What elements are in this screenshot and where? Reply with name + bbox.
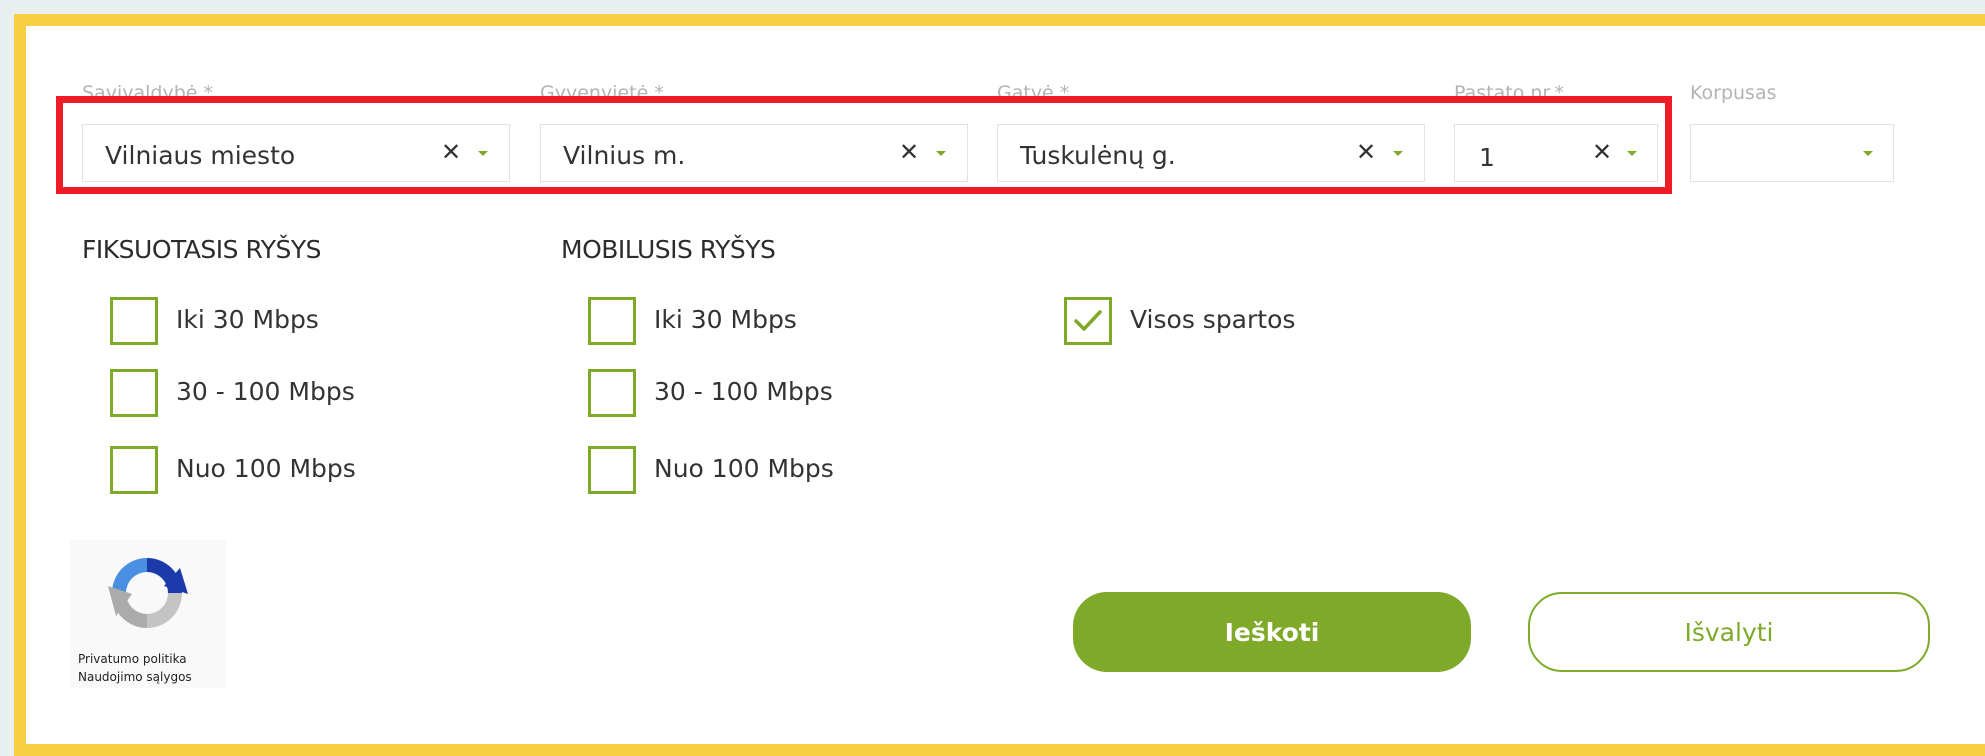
recaptcha-badge: Privatumo politika Naudojimo sąlygos xyxy=(70,540,226,688)
close-icon[interactable]: ✕ xyxy=(899,137,919,167)
building-select[interactable]: 1 ✕ xyxy=(1454,124,1658,182)
close-icon[interactable]: ✕ xyxy=(1356,137,1376,167)
street-label: Gatvė * xyxy=(997,82,1070,104)
building-value: 1 xyxy=(1479,143,1495,172)
checkbox[interactable] xyxy=(588,297,636,345)
fixed-option-label: Iki 30 Mbps xyxy=(176,305,319,334)
mobile-connection-heading: MOBILUSIS RYŠYS xyxy=(561,235,776,264)
checkbox[interactable] xyxy=(110,297,158,345)
mobile-option-label: Nuo 100 Mbps xyxy=(654,454,834,483)
chevron-down-icon[interactable] xyxy=(478,151,488,156)
all-speeds-label: Visos spartos xyxy=(1130,305,1296,334)
mobile-option-label: 30 - 100 Mbps xyxy=(654,377,833,406)
close-icon[interactable]: ✕ xyxy=(441,137,461,167)
chevron-down-icon[interactable] xyxy=(936,151,946,156)
checkbox[interactable] xyxy=(588,446,636,494)
building-label: Pastato nr.* xyxy=(1454,82,1565,104)
street-select[interactable]: Tuskulėnų g. ✕ xyxy=(997,124,1425,182)
block-label: Korpusas xyxy=(1690,82,1777,104)
mobile-option-label: Iki 30 Mbps xyxy=(654,305,797,334)
clear-button[interactable]: Išvalyti xyxy=(1528,592,1930,672)
search-button[interactable]: Ieškoti xyxy=(1073,592,1471,672)
chevron-down-icon[interactable] xyxy=(1863,151,1873,156)
fixed-connection-heading: FIKSUOTASIS RYŠYS xyxy=(82,235,322,264)
recaptcha-logo xyxy=(108,558,188,628)
checkmark-icon xyxy=(1074,310,1102,331)
settlement-select[interactable]: Vilnius m. ✕ xyxy=(540,124,968,182)
chevron-down-icon[interactable] xyxy=(1627,151,1637,156)
fixed-option-label: 30 - 100 Mbps xyxy=(176,377,355,406)
checkbox-checked[interactable] xyxy=(1064,297,1112,345)
terms-of-use-link[interactable]: Naudojimo sąlygos xyxy=(78,670,192,684)
block-select[interactable] xyxy=(1690,124,1894,182)
checkbox[interactable] xyxy=(588,369,636,417)
municipality-value: Vilniaus miesto xyxy=(105,141,296,170)
settlement-label: Gyvenvietė * xyxy=(540,82,664,104)
checkbox[interactable] xyxy=(110,446,158,494)
chevron-down-icon[interactable] xyxy=(1393,151,1403,156)
street-value: Tuskulėnų g. xyxy=(1020,141,1176,170)
privacy-policy-link[interactable]: Privatumo politika xyxy=(78,652,187,666)
checkbox[interactable] xyxy=(110,369,158,417)
municipality-label: Savivaldybė * xyxy=(82,82,213,104)
close-icon[interactable]: ✕ xyxy=(1592,137,1612,167)
settlement-value: Vilnius m. xyxy=(563,141,686,170)
fixed-option-label: Nuo 100 Mbps xyxy=(176,454,356,483)
municipality-select[interactable]: Vilniaus miesto ✕ xyxy=(82,124,510,182)
